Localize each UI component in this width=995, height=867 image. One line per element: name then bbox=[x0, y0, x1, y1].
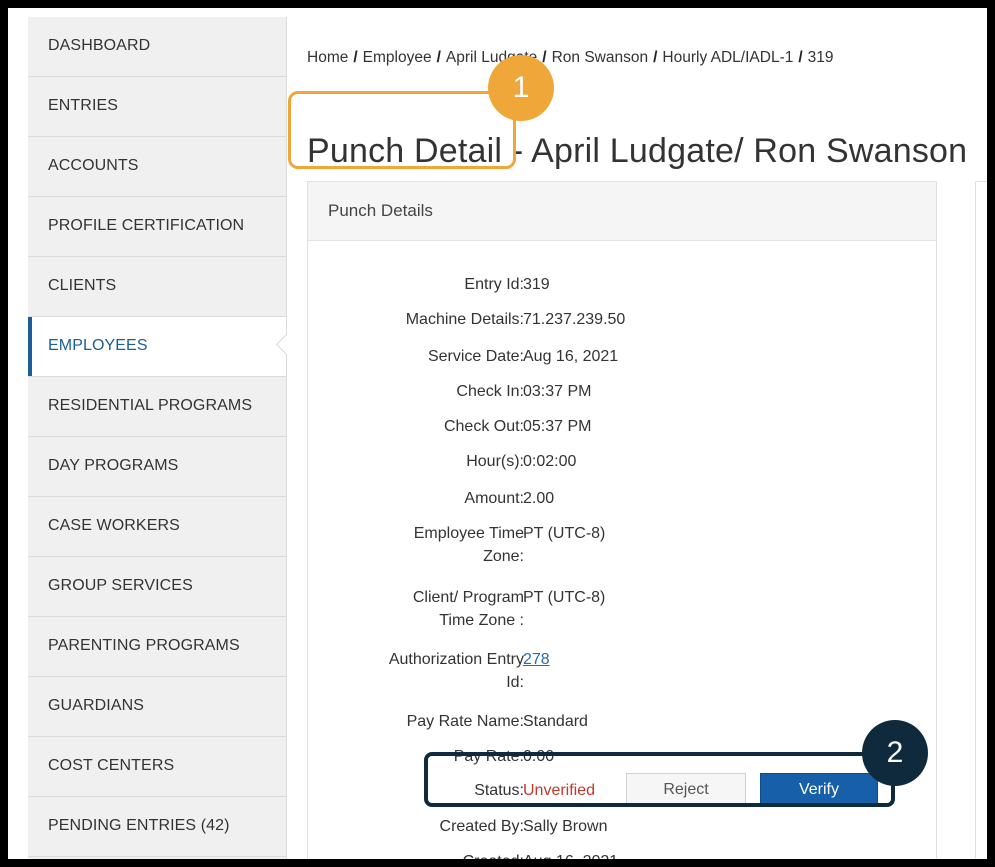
annotation-badge-1: 1 bbox=[488, 55, 554, 121]
field-label: Client/ Program Time Zone : bbox=[324, 586, 524, 632]
field-label: Created By: bbox=[439, 818, 524, 835]
field-label: Authorization Entry Id: bbox=[324, 648, 524, 694]
field-value: 319 bbox=[523, 276, 550, 293]
breadcrumb-employee[interactable]: Employee bbox=[363, 49, 432, 66]
annotation-highlight-2 bbox=[424, 752, 895, 807]
sidebar-item-clients[interactable]: CLIENTS bbox=[28, 257, 286, 317]
sidebar-item-group-services[interactable]: GROUP SERVICES bbox=[28, 557, 286, 617]
authorization-entry-link[interactable]: 278 bbox=[523, 651, 550, 668]
breadcrumb: Home / Employee / April Ludgate / Ron Swanson /… bbox=[307, 49, 834, 67]
field-label: Created: bbox=[462, 853, 524, 867]
breadcrumb-separator: / bbox=[436, 49, 441, 66]
annotation-highlight-1 bbox=[288, 91, 516, 169]
field-label: Hour(s): bbox=[466, 453, 524, 470]
field-label: Entry Id: bbox=[464, 276, 524, 293]
sidebar-item-guardians[interactable]: GUARDIANS bbox=[28, 677, 286, 737]
sidebar-item-day-programs[interactable]: DAY PROGRAMS bbox=[28, 437, 286, 497]
field-value: PT (UTC-8) bbox=[523, 589, 606, 606]
field-value: 71.237.239.50 bbox=[523, 311, 626, 328]
sidebar-item-residential-programs[interactable]: RESIDENTIAL PROGRAMS bbox=[28, 377, 286, 437]
sidebar-item-entries[interactable]: ENTRIES bbox=[28, 77, 286, 137]
field-value: 05:37 PM bbox=[523, 418, 592, 435]
sidebar-item-dashboard[interactable]: DASHBOARD bbox=[28, 17, 286, 77]
field-value: 2.00 bbox=[523, 490, 555, 507]
field-label-line: Client/ Program bbox=[412, 589, 524, 606]
breadcrumb-separator: / bbox=[653, 49, 658, 66]
secondary-panel bbox=[975, 181, 987, 859]
field-value: Aug 16, 2021 bbox=[523, 853, 619, 867]
breadcrumb-entry-id: 319 bbox=[807, 49, 834, 66]
field-label: Amount: bbox=[464, 490, 524, 507]
field-label: Check In: bbox=[456, 383, 524, 400]
field-value: 278 bbox=[523, 648, 550, 671]
breadcrumb-home[interactable]: Home bbox=[307, 49, 348, 66]
sidebar-nav: DASHBOARD ENTRIES ACCOUNTS PROFILE CERTI… bbox=[28, 17, 287, 859]
field-value: Sally Brown bbox=[523, 818, 608, 835]
breadcrumb-separator: / bbox=[353, 49, 358, 66]
field-label-line: Zone: bbox=[483, 548, 524, 565]
breadcrumb-separator: / bbox=[798, 49, 803, 66]
field-value: PT (UTC-8) bbox=[523, 525, 606, 542]
breadcrumb-client[interactable]: Ron Swanson bbox=[552, 49, 649, 66]
field-label: Employee Time Zone: bbox=[324, 522, 524, 568]
field-value: 0:02:00 bbox=[523, 453, 577, 470]
sidebar-item-pending-entries[interactable]: PENDING ENTRIES (42) bbox=[28, 797, 286, 857]
sidebar-item-parenting-programs[interactable]: PARENTING PROGRAMS bbox=[28, 617, 286, 677]
field-value: Aug 16, 2021 bbox=[523, 348, 619, 365]
field-value: 03:37 PM bbox=[523, 383, 592, 400]
field-label: Machine Details: bbox=[405, 311, 524, 328]
sidebar-item-case-workers[interactable]: CASE WORKERS bbox=[28, 497, 286, 557]
field-label-line: Authorization Entry bbox=[388, 651, 524, 668]
field-value: Standard bbox=[523, 713, 588, 730]
screenshot-frame: DASHBOARD ENTRIES ACCOUNTS PROFILE CERTI… bbox=[0, 0, 995, 867]
field-label: Pay Rate Name: bbox=[406, 713, 524, 730]
field-label: Check Out: bbox=[443, 418, 524, 435]
field-label-line: Employee Time bbox=[413, 525, 524, 542]
panel-heading: Punch Details bbox=[308, 182, 936, 241]
sidebar-item-accounts[interactable]: ACCOUNTS bbox=[28, 137, 286, 197]
sidebar-item-employees[interactable]: EMPLOYEES bbox=[28, 317, 286, 377]
sidebar-item-profile-certification[interactable]: PROFILE CERTIFICATION bbox=[28, 197, 286, 257]
sidebar-item-cost-centers[interactable]: COST CENTERS bbox=[28, 737, 286, 797]
field-label: Service Date: bbox=[427, 348, 524, 365]
breadcrumb-service[interactable]: Hourly ADL/IADL-1 bbox=[662, 49, 793, 66]
field-label-line: Time Zone : bbox=[439, 612, 524, 629]
field-label-line: Id: bbox=[506, 674, 524, 691]
annotation-badge-2: 2 bbox=[862, 720, 928, 786]
